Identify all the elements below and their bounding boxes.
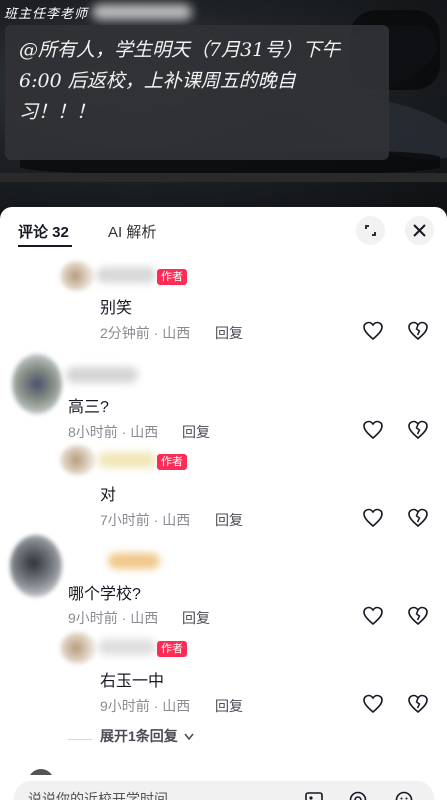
video-player[interactable]: 班主任李老师 @所有人，学生明天（7月31号）下午 6:00 后返校，上补课周五… <box>0 0 447 210</box>
notice-card: @所有人，学生明天（7月31号）下午 6:00 后返校，上补课周五的晚自 习！！… <box>5 25 389 160</box>
username[interactable] <box>98 452 156 468</box>
username[interactable] <box>96 267 156 283</box>
author-badge: 作者 <box>157 269 187 285</box>
avatar[interactable] <box>60 445 96 475</box>
notice-line-2: 6:00 后返校，上补课周五的晚自 <box>19 70 296 92</box>
close-button[interactable] <box>405 216 434 245</box>
reply-button[interactable]: 回复 <box>215 323 243 343</box>
comment-meta: 7小时前 · 山西 <box>100 512 191 528</box>
comment-text: 右玉一中 <box>100 673 165 690</box>
progress-bar[interactable] <box>0 173 447 182</box>
comment-text: 对 <box>100 487 117 504</box>
at-icon[interactable] <box>348 790 368 800</box>
avatar[interactable] <box>60 632 96 664</box>
heart-icon[interactable] <box>362 507 384 529</box>
username[interactable] <box>66 367 138 383</box>
heart-icon[interactable] <box>362 605 384 627</box>
comment-meta: 9小时前 · 山西 <box>68 610 159 626</box>
input-placeholder: 说说你的近校开学时间 <box>28 791 168 800</box>
heart-icon[interactable] <box>362 320 384 342</box>
reply-button[interactable]: 回复 <box>182 608 210 628</box>
author-badge: 作者 <box>157 454 187 470</box>
comment-sheet: 评论 32 AI 解析 作者 别笑 2分钟前 · 山西 回复 高三? 8小时前 … <box>0 207 447 800</box>
avatar[interactable] <box>10 535 62 597</box>
expand-icon <box>365 225 376 236</box>
video-caption-overlay: 班主任李老师 <box>0 0 200 26</box>
comment-meta: 8小时前 · 山西 <box>68 424 159 440</box>
username[interactable] <box>98 639 156 655</box>
avatar[interactable] <box>12 354 62 414</box>
expand-divider <box>68 739 92 740</box>
expand-replies-label: 展开1条回复 <box>100 728 178 744</box>
expand-replies-button[interactable]: 展开1条回复 <box>100 726 194 746</box>
broken-heart-icon[interactable] <box>407 419 429 441</box>
broken-heart-icon[interactable] <box>407 693 429 715</box>
reply-button[interactable]: 回复 <box>215 696 243 716</box>
broken-heart-icon[interactable] <box>407 320 429 342</box>
notice-line-1: @所有人，学生明天（7月31号）下午 <box>19 39 341 61</box>
avatar[interactable] <box>60 261 94 291</box>
blurred-name <box>92 4 192 20</box>
username[interactable] <box>108 553 160 569</box>
sheet-tabs: 评论 32 AI 解析 <box>0 207 447 253</box>
comment-meta: 9小时前 · 山西 <box>100 698 191 714</box>
tab-comments[interactable]: 评论 32 <box>18 221 69 242</box>
comment-input-bar: 说说你的近校开学时间 <box>0 775 447 800</box>
heart-icon[interactable] <box>362 693 384 715</box>
broken-heart-icon[interactable] <box>407 507 429 529</box>
reply-button[interactable]: 回复 <box>215 510 243 530</box>
comment-text: 高三? <box>68 399 109 416</box>
close-icon <box>413 224 426 237</box>
emoji-icon[interactable] <box>394 790 414 800</box>
image-icon[interactable] <box>304 790 324 800</box>
comment-input[interactable]: 说说你的近校开学时间 <box>14 781 434 800</box>
comment-text: 哪个学校? <box>68 586 141 603</box>
comment-meta: 2分钟前 · 山西 <box>100 325 191 341</box>
caption-text: 班主任李老师 <box>4 7 89 22</box>
notice-line-3: 习！！！ <box>19 101 96 123</box>
reply-button[interactable]: 回复 <box>182 422 210 442</box>
broken-heart-icon[interactable] <box>407 605 429 627</box>
chevron-down-icon <box>184 733 194 741</box>
tab-ai-analysis[interactable]: AI 解析 <box>108 221 156 242</box>
author-badge: 作者 <box>157 641 187 657</box>
heart-icon[interactable] <box>362 419 384 441</box>
comment-text: 别笑 <box>100 300 133 317</box>
expand-button[interactable] <box>356 216 385 245</box>
tab-underline <box>18 245 72 247</box>
